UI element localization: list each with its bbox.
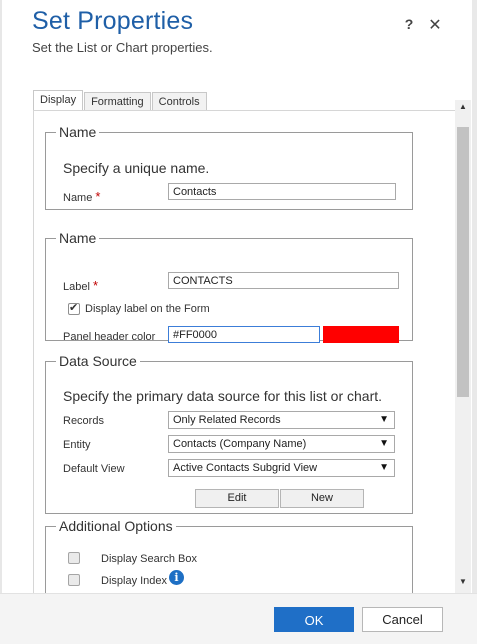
label-section: Name Label * CONTACTS Display label on t… [45, 230, 413, 343]
name-input[interactable]: Contacts [168, 183, 396, 200]
data-source-legend: Data Source [59, 353, 137, 369]
cancel-button[interactable]: Cancel [362, 607, 443, 632]
entity-select[interactable]: Contacts (Company Name) ▼ [168, 435, 395, 453]
dialog-right-edge [472, 0, 477, 643]
display-search-box-label: Display Search Box [101, 553, 197, 565]
tab-controls[interactable]: Controls [151, 92, 207, 111]
label-section-legend: Name [59, 230, 97, 246]
tab-strip: Display Formatting Controls [33, 90, 208, 111]
name-section-description: Specify a unique name. [63, 160, 210, 176]
records-label: Records [63, 415, 104, 427]
dialog-footer: OK Cancel [0, 593, 477, 644]
records-select-value: Only Related Records [173, 414, 281, 426]
new-view-button[interactable]: New [280, 489, 364, 508]
dialog-subtitle: Set the List or Chart properties. [32, 40, 213, 55]
panel-header-color-label: Panel header color [63, 331, 156, 343]
label-field-label-text: Label [63, 281, 90, 293]
dropdown-arrow-icon: ▼ [379, 414, 389, 425]
required-marker: * [92, 278, 99, 293]
required-marker: * [95, 189, 101, 204]
dropdown-arrow-icon: ▼ [379, 438, 389, 449]
set-properties-dialog: Set Properties Set the List or Chart pro… [0, 0, 477, 644]
display-search-box-checkbox[interactable] [68, 552, 80, 564]
additional-options-section: Additional Options Display Search Box Di… [45, 518, 413, 593]
panel-header-color-swatch[interactable] [323, 326, 399, 343]
panel-header-color-input[interactable]: #FF0000 [168, 326, 320, 343]
entity-label: Entity [63, 439, 91, 451]
properties-scroll-area: Display Formatting Controls Name Specify… [28, 85, 471, 593]
default-view-select-value: Active Contacts Subgrid View [173, 462, 318, 474]
display-label-checkbox[interactable] [68, 301, 80, 315]
default-view-select[interactable]: Active Contacts Subgrid View ▼ [168, 459, 395, 477]
label-input[interactable]: CONTACTS [168, 272, 399, 289]
data-source-description: Specify the primary data source for this… [63, 388, 383, 404]
additional-options-legend: Additional Options [59, 518, 173, 534]
info-icon[interactable]: i [169, 570, 184, 585]
vertical-scrollbar[interactable]: ▲ ▼ [455, 100, 471, 593]
default-view-label: Default View [63, 463, 125, 475]
scroll-up-icon[interactable]: ▲ [455, 102, 471, 114]
close-icon[interactable]: ✕ [427, 15, 443, 34]
dialog-title: Set Properties [32, 7, 194, 35]
dropdown-arrow-icon: ▼ [379, 462, 389, 473]
display-index-label: Display Index [101, 575, 168, 587]
label-field-label: Label * [63, 278, 98, 293]
edit-view-button[interactable]: Edit [195, 489, 279, 508]
data-source-section: Data Source Specify the primary data sou… [45, 353, 413, 514]
help-icon[interactable]: ? [401, 16, 417, 34]
name-field-label: Name * [63, 189, 100, 204]
display-tab-panel: Name Specify a unique name. Name * Conta… [33, 110, 457, 593]
display-index-checkbox[interactable] [68, 574, 80, 586]
name-section: Name Specify a unique name. Name * Conta… [45, 124, 413, 210]
entity-select-value: Contacts (Company Name) [173, 438, 307, 450]
name-section-legend: Name [59, 124, 97, 140]
scroll-thumb[interactable] [457, 127, 469, 397]
dialog-left-edge [0, 0, 2, 643]
name-field-label-text: Name [63, 192, 93, 204]
records-select[interactable]: Only Related Records ▼ [168, 411, 395, 429]
ok-button[interactable]: OK [274, 607, 354, 632]
display-label-checkbox-label: Display label on the Form [85, 303, 210, 315]
tab-display[interactable]: Display [33, 90, 84, 111]
scroll-down-icon[interactable]: ▼ [455, 577, 471, 589]
tab-formatting[interactable]: Formatting [84, 92, 151, 111]
